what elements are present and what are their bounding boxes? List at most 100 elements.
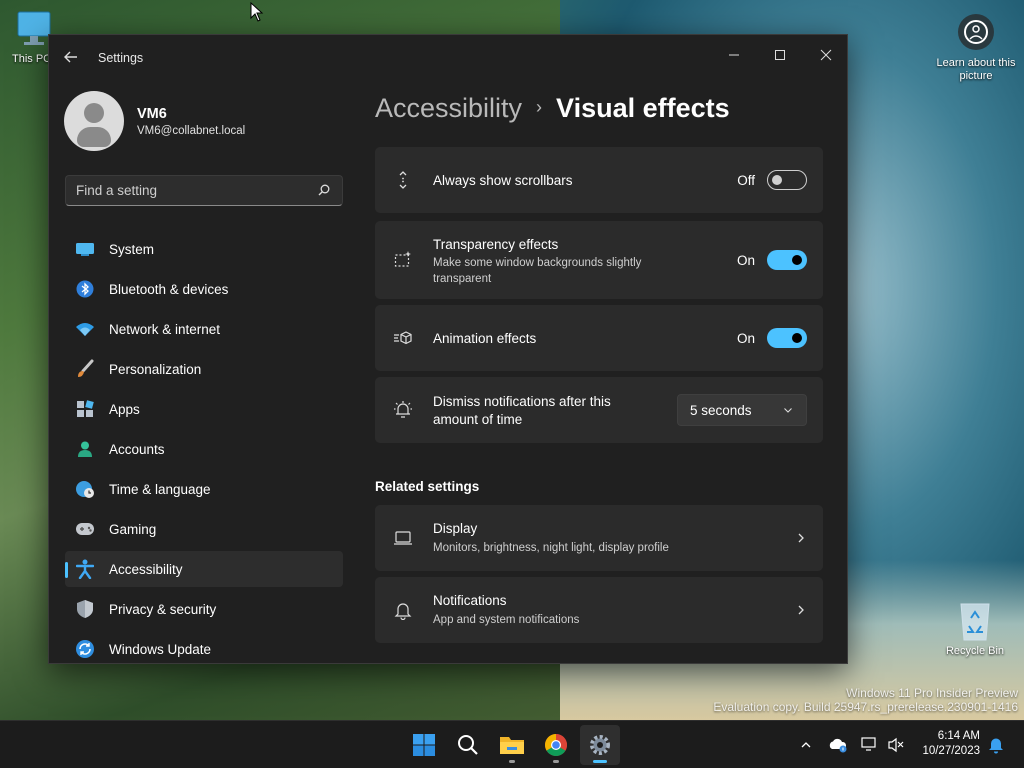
breadcrumb-separator: › xyxy=(536,97,543,117)
related-subtitle: Monitors, brightness, night light, displ… xyxy=(433,542,669,554)
sidebar-item-windows-update[interactable]: Windows Update xyxy=(65,631,343,667)
sidebar-item-accounts[interactable]: Accounts xyxy=(65,431,343,467)
sidebar-item-label: Personalization xyxy=(109,361,202,377)
chrome-icon xyxy=(545,734,567,756)
sidebar-item-accessibility[interactable]: Accessibility xyxy=(65,551,343,587)
toggle-knob xyxy=(792,255,802,265)
sidebar-item-system[interactable]: System xyxy=(65,231,343,267)
search-input[interactable]: Find a setting xyxy=(65,175,343,206)
search-button[interactable] xyxy=(448,725,488,765)
gamepad-icon xyxy=(75,519,95,539)
clock-date: 10/27/2023 xyxy=(922,745,980,757)
sidebar-item-personalization[interactable]: Personalization xyxy=(65,351,343,387)
sidebar-item-label: Apps xyxy=(109,401,140,417)
update-icon xyxy=(75,639,95,659)
breadcrumb-parent[interactable]: Accessibility xyxy=(375,93,522,123)
chevron-right-icon xyxy=(798,605,804,615)
sidebar: VM6 VM6@collabnet.local Find a setting S… xyxy=(49,81,359,665)
sidebar-item-label: Bluetooth & devices xyxy=(109,281,229,297)
recycle-bin-icon xyxy=(960,603,990,641)
sidebar-item-label: Network & internet xyxy=(109,321,221,337)
taskbar-clock[interactable]: 6:14 AM 10/27/2023 xyxy=(922,729,980,759)
transparency-toggle[interactable] xyxy=(767,250,807,270)
running-indicator xyxy=(553,760,559,763)
breadcrumb: Accessibility › Visual effects xyxy=(375,93,730,124)
bell-icon xyxy=(989,738,1003,754)
settings-app-button[interactable] xyxy=(580,725,620,765)
speaker-muted-icon xyxy=(888,737,904,753)
chevron-up-icon xyxy=(801,742,811,748)
setting-title: Animation effects xyxy=(433,331,537,346)
toggle-state-label: On xyxy=(736,331,755,346)
accounts-icon xyxy=(75,439,95,459)
show-hidden-icons-button[interactable] xyxy=(796,735,816,755)
sidebar-item-time-language[interactable]: Time & language xyxy=(65,471,343,507)
apps-icon xyxy=(75,399,95,419)
sidebar-item-label: Gaming xyxy=(109,521,157,537)
system-icon xyxy=(75,239,95,259)
scroll-arrows-icon xyxy=(399,171,407,189)
onedrive-tray-button[interactable] xyxy=(828,735,848,755)
search-icon[interactable] xyxy=(318,184,330,196)
bell-icon xyxy=(394,603,412,620)
setting-subtitle: Make some window backgrounds slightly tr… xyxy=(433,257,642,285)
build-watermark: Windows 11 Pro Insider Preview Evaluatio… xyxy=(713,686,1018,714)
file-explorer-button[interactable] xyxy=(492,725,532,765)
back-arrow-icon xyxy=(64,51,77,63)
setting-always-show-scrollbars: Always show scrollbars Off xyxy=(375,147,823,213)
avatar-head xyxy=(84,103,104,123)
sidebar-item-label: Accounts xyxy=(109,441,165,457)
setting-transparency-effects: Transparency effects Make some window ba… xyxy=(375,221,823,299)
sidebar-item-label: System xyxy=(109,241,155,257)
watermark-build: Evaluation copy. Build 25947.rs_prerelea… xyxy=(713,700,1018,714)
back-button[interactable] xyxy=(63,49,83,69)
related-settings-heading: Related settings xyxy=(375,479,480,494)
volume-tray-button[interactable] xyxy=(886,735,906,755)
desktop-icon-label: This PC xyxy=(12,53,48,65)
brush-icon xyxy=(75,359,95,379)
animation-cube-icon xyxy=(394,331,412,345)
main-content: Accessibility › Visual effects Always show… xyxy=(375,81,849,665)
toggle-state-label: Off xyxy=(737,173,755,188)
network-tray-button[interactable] xyxy=(860,735,880,755)
window-title: Settings xyxy=(98,51,144,65)
maximize-icon xyxy=(775,50,785,60)
related-display[interactable]: Display Monitors, brightness, night ligh… xyxy=(375,505,823,571)
camera-info-icon xyxy=(958,14,994,50)
animation-toggle[interactable] xyxy=(767,328,807,348)
setting-title: Always show scrollbars xyxy=(433,173,573,188)
close-button[interactable] xyxy=(803,41,849,69)
avatar[interactable] xyxy=(64,91,124,151)
chrome-button[interactable] xyxy=(536,725,576,765)
sidebar-item-bluetooth[interactable]: Bluetooth & devices xyxy=(65,271,343,307)
scrollbars-toggle[interactable] xyxy=(767,170,807,190)
minimize-button[interactable] xyxy=(711,41,757,69)
windows-logo-icon xyxy=(413,734,435,756)
toggle-state-label: On xyxy=(736,253,755,268)
clock-time: 6:14 AM xyxy=(937,730,980,742)
maximize-button[interactable] xyxy=(757,41,803,69)
toggle-knob xyxy=(792,333,802,343)
notification-center-button[interactable] xyxy=(986,735,1006,755)
learn-about-picture[interactable]: Learn about this picture xyxy=(936,12,1016,83)
search-icon xyxy=(458,735,478,755)
settings-window: Settings VM6 VM6@collabnet.local Find a … xyxy=(48,34,848,664)
sidebar-item-apps[interactable]: Apps xyxy=(65,391,343,427)
dismiss-time-select[interactable]: 5 seconds xyxy=(677,394,807,426)
related-notifications[interactable]: Notifications App and system notificatio… xyxy=(375,577,823,643)
desktop-icon-label: Recycle Bin xyxy=(945,645,1005,657)
nav-list: System Bluetooth & devices Network & int… xyxy=(65,231,343,671)
sidebar-item-network[interactable]: Network & internet xyxy=(65,311,343,347)
sidebar-item-privacy[interactable]: Privacy & security xyxy=(65,591,343,627)
related-title: Notifications xyxy=(433,593,507,608)
avatar-body xyxy=(77,127,111,147)
start-button[interactable] xyxy=(404,725,444,765)
desktop-icon-recycle-bin[interactable]: Recycle Bin xyxy=(940,598,1010,657)
setting-title: Transparency effects xyxy=(433,237,559,252)
taskbar: 6:14 AM 10/27/2023 xyxy=(0,720,1024,768)
user-name: VM6 xyxy=(137,106,167,122)
shield-icon xyxy=(75,599,95,619)
network-disconnected-icon xyxy=(861,737,876,751)
sidebar-item-gaming[interactable]: Gaming xyxy=(65,511,343,547)
running-indicator xyxy=(509,760,515,763)
